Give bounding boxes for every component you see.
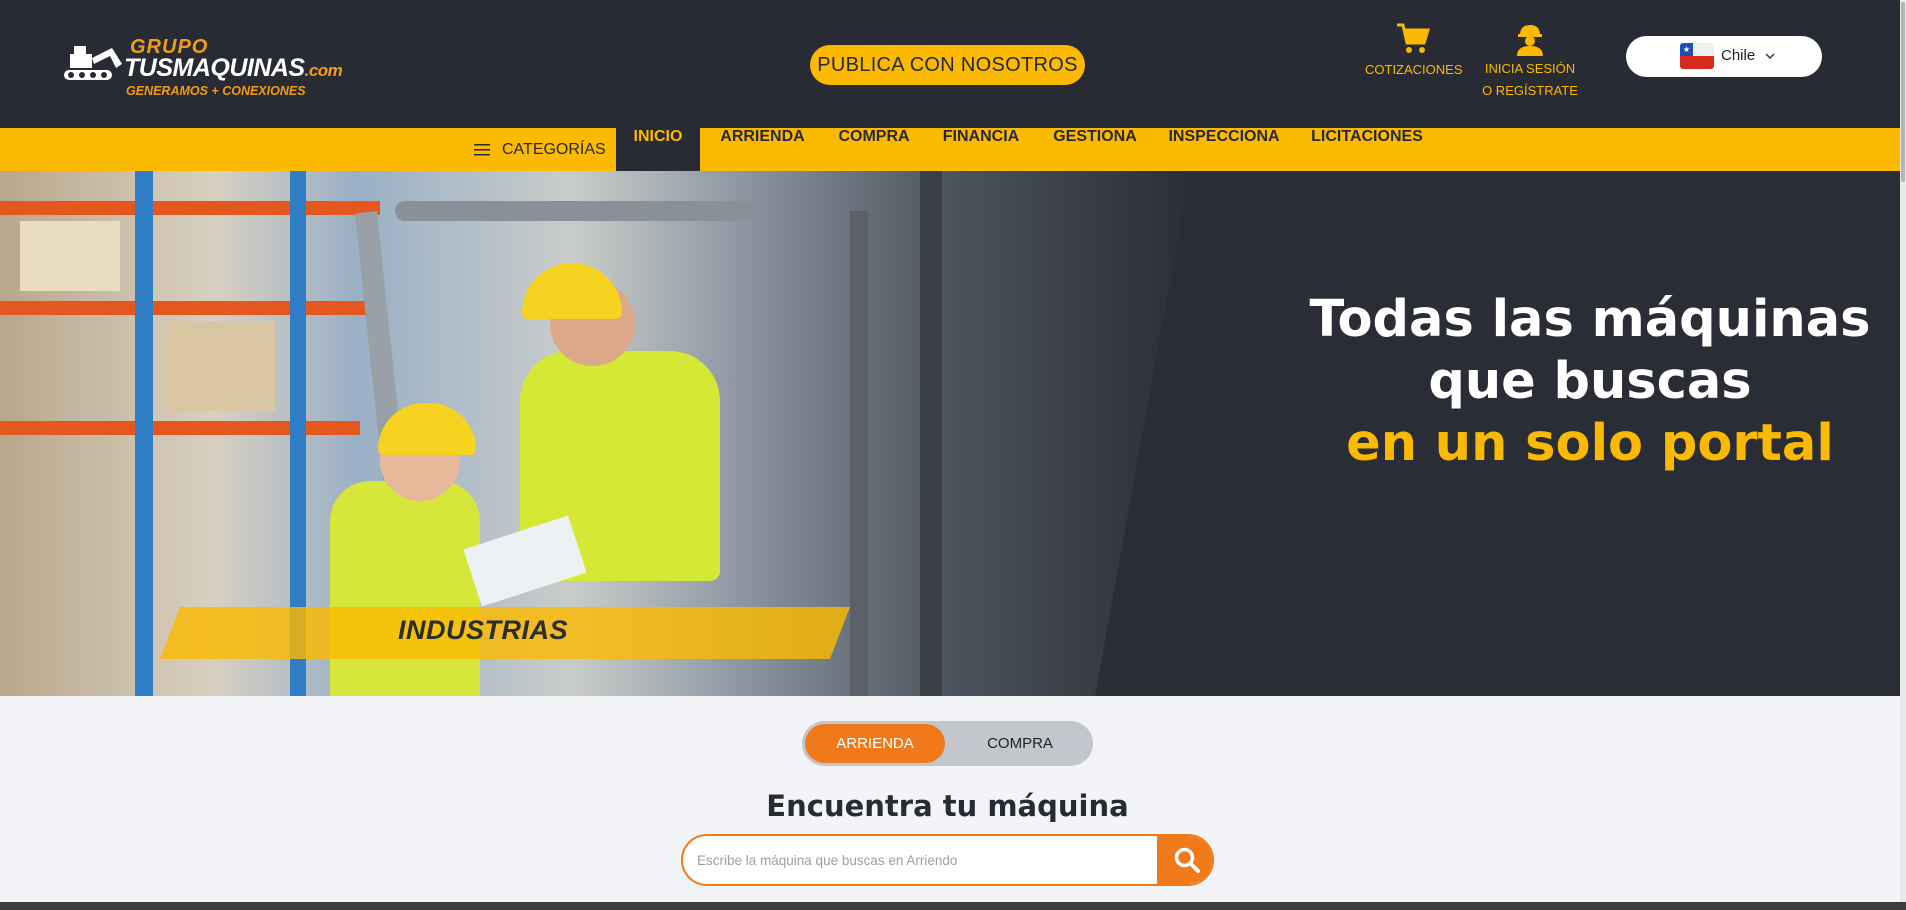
- scrollbar-thumb[interactable]: [1901, 2, 1905, 182]
- industries-label: INDUSTRIAS: [398, 615, 569, 645]
- search-mode-toggle: ARRIENDA COMPRA: [802, 721, 1093, 766]
- quotes-label: COTIZACIONES: [1365, 62, 1463, 77]
- country-name: Chile: [1721, 47, 1756, 64]
- chevron-down-icon: [1765, 53, 1775, 59]
- register-label: O REGÍSTRATE: [1482, 83, 1578, 98]
- nav-item-gestiona[interactable]: GESTIONA: [1043, 128, 1147, 171]
- search-icon: [1174, 847, 1200, 873]
- hamburger-icon: [474, 143, 490, 155]
- main-nav: CATEGORÍAS INICIO ARRIENDA COMPRA FINANC…: [0, 128, 1900, 171]
- categories-label: CATEGORÍAS: [502, 140, 606, 158]
- nav-item-financia[interactable]: FINANCIA: [934, 128, 1028, 171]
- hero-title: Todas las máquinas que buscas en un solo…: [1290, 289, 1890, 475]
- toggle-rent-button[interactable]: ARRIENDA: [805, 724, 945, 763]
- publish-button[interactable]: PUBLICA CON NOSOTROS: [810, 45, 1085, 85]
- bottom-edge: [0, 902, 1906, 910]
- categories-menu[interactable]: CATEGORÍAS: [474, 128, 606, 171]
- nav-item-inspecciona[interactable]: INSPECCIONA: [1163, 128, 1285, 171]
- logo-tagline: GENERAMOS + CONEXIONES: [126, 84, 306, 98]
- cart-icon: [1397, 23, 1431, 53]
- nav-item-compra[interactable]: COMPRA: [830, 128, 918, 171]
- search-title: Encuentra tu máquina: [766, 789, 1129, 823]
- logo-main-text: TUSMAQUINAS.com: [124, 54, 343, 83]
- site-header: GRUPO TUSMAQUINAS.com GENERAMOS + CONEXI…: [0, 0, 1900, 128]
- toggle-buy-button[interactable]: COMPRA: [950, 724, 1090, 763]
- login-label: INICIA SESIÓN: [1484, 61, 1576, 76]
- country-selector[interactable]: ★ Chile: [1626, 36, 1822, 77]
- search-box: [681, 834, 1214, 886]
- nav-item-inicio[interactable]: INICIO: [616, 128, 700, 171]
- search-button[interactable]: [1157, 836, 1212, 884]
- logo[interactable]: GRUPO TUSMAQUINAS.com GENERAMOS + CONEXI…: [62, 36, 343, 102]
- hero-title-line2: que buscas: [1428, 352, 1752, 411]
- hero-title-line1: Todas las máquinas: [1309, 290, 1871, 349]
- hero-title-accent: en un solo portal: [1346, 414, 1834, 473]
- excavator-icon: [64, 46, 122, 80]
- nav-item-licitaciones[interactable]: LICITACIONES: [1300, 128, 1434, 171]
- nav-item-arrienda[interactable]: ARRIENDA: [711, 128, 814, 171]
- logo-domain: .com: [304, 61, 343, 80]
- quotes-link[interactable]: COTIZACIONES: [1365, 22, 1463, 77]
- logo-main-word: TUSMAQUINAS: [124, 54, 305, 82]
- chile-flag-icon: ★: [1680, 43, 1714, 69]
- worker-icon: [1517, 25, 1543, 56]
- hero-banner: INDUSTRIAS Todas las máquinas que buscas…: [0, 171, 1900, 696]
- login-link[interactable]: INICIA SESIÓN O REGÍSTRATE: [1478, 22, 1582, 102]
- search-input[interactable]: [697, 836, 1127, 884]
